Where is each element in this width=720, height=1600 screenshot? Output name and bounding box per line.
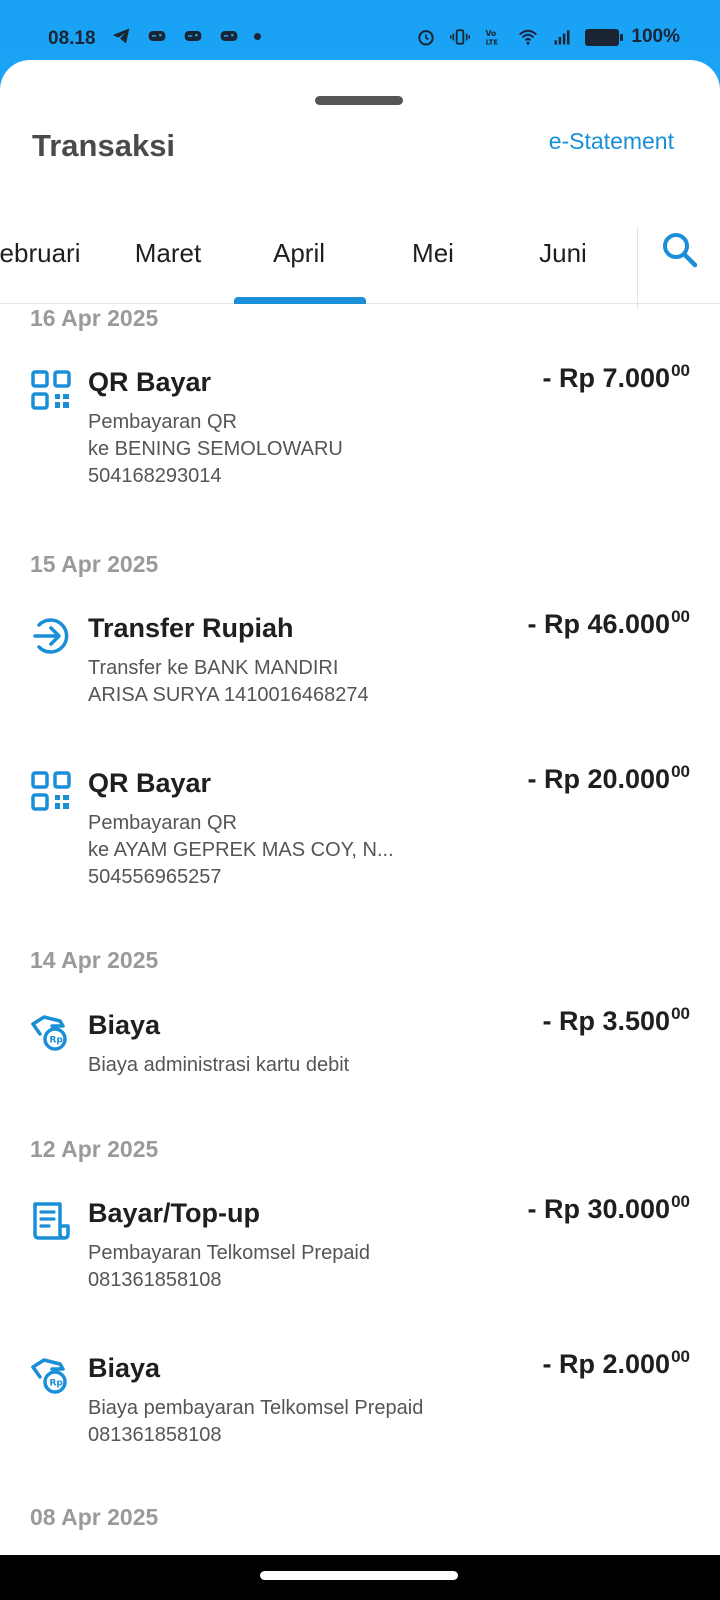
fee-hand-coin-icon: Rp — [31, 1358, 67, 1394]
telegram-icon — [112, 28, 130, 44]
qr-code-icon — [31, 771, 71, 811]
tab-juni[interactable]: Juni — [498, 238, 628, 269]
selected-tab-indicator — [234, 297, 366, 304]
transaction-amount: - Rp 7.00000 — [542, 361, 690, 393]
date-header: 12 Apr 2025 — [30, 1136, 159, 1162]
e-statement-link[interactable]: e-Statement — [549, 128, 674, 155]
alarm-icon — [418, 30, 435, 46]
game-controller-icon — [184, 31, 202, 41]
transaction-description: Pembayaran QR ke BENING SEMOLOWARU 50416… — [88, 411, 343, 487]
status-left-icons — [110, 26, 261, 46]
transaction-amount: - Rp 3.50000 — [542, 1004, 690, 1036]
amount-cents: 00 — [671, 1347, 690, 1366]
drag-handle[interactable] — [315, 96, 403, 105]
transaction-title: Transfer Rupiah — [88, 613, 294, 643]
transaction-title: Biaya — [88, 1353, 161, 1383]
transaction-title: QR Bayar — [88, 367, 212, 397]
transaction-amount: - Rp 46.00000 — [527, 607, 691, 639]
amount-cents: 00 — [671, 1192, 690, 1211]
transaction-description: Pembayaran Telkomsel Prepaid 08136185810… — [88, 1242, 371, 1291]
date-header: 16 Apr 2025 — [30, 305, 159, 331]
transaction-description: Transfer ke BANK MANDIRI ARISA SURYA 141… — [88, 657, 369, 706]
tab-februari[interactable]: ebruari — [0, 238, 105, 269]
transaction-description: Biaya administrasi kartu debit — [88, 1054, 350, 1076]
transfer-arrow-icon — [33, 618, 69, 654]
transaction-title: Biaya — [88, 1010, 161, 1040]
svg-text:Vo: Vo — [486, 29, 497, 38]
volte-icon: VoLTE — [486, 29, 499, 47]
amount-cents: 00 — [671, 607, 690, 626]
page-title: Transaksi — [32, 128, 176, 163]
date-header: 14 Apr 2025 — [30, 947, 159, 973]
home-gesture-pill[interactable] — [260, 1571, 458, 1580]
tab-maret[interactable]: Maret — [103, 238, 233, 269]
status-time: 08.18 — [48, 28, 96, 49]
tab-april[interactable]: April — [234, 238, 364, 269]
month-tabs: ebruari Maret April Mei Juni — [0, 200, 720, 310]
transactions-sheet: Transaksi e-Statement ebruari Maret Apri… — [0, 60, 720, 1555]
svg-text:Rp: Rp — [50, 1379, 64, 1389]
vibrate-icon — [450, 29, 471, 45]
battery-percent: 100% — [631, 26, 680, 47]
date-header: 08 Apr 2025 — [30, 1504, 159, 1530]
transaction-amount: - Rp 2.00000 — [542, 1347, 690, 1379]
transaction-amount: - Rp 20.00000 — [527, 762, 691, 794]
transaction-description: Biaya pembayaran Telkomsel Prepaid 08136… — [88, 1397, 424, 1446]
wifi-icon — [519, 29, 538, 45]
transaction-description: Pembayaran QR ke AYAM GEPREK MAS COY, N.… — [88, 812, 394, 888]
signal-icon — [554, 30, 570, 45]
status-right-icons: Vo LTE 100% — [415, 26, 680, 48]
amount-cents: 00 — [671, 1004, 690, 1023]
system-navigation-bar — [0, 1555, 720, 1600]
notification-dot-icon — [254, 32, 261, 40]
svg-text:Rp: Rp — [50, 1036, 64, 1046]
fee-hand-coin-icon: Rp — [31, 1015, 67, 1051]
tabs-divider — [637, 226, 638, 310]
qr-code-icon — [31, 370, 71, 410]
amount-cents: 00 — [671, 361, 690, 380]
tab-mei[interactable]: Mei — [368, 238, 498, 269]
game-controller-icon — [220, 31, 238, 41]
amount-cents: 00 — [671, 762, 690, 781]
date-header: 15 Apr 2025 — [30, 551, 159, 577]
battery-icon — [585, 28, 624, 46]
search-icon[interactable] — [660, 230, 700, 270]
svg-text:LTE: LTE — [486, 39, 499, 47]
transaction-amount: - Rp 30.00000 — [527, 1192, 691, 1224]
game-controller-icon — [148, 31, 166, 41]
transaction-title: QR Bayar — [88, 768, 212, 798]
transaction-title: Bayar/Top-up — [88, 1198, 261, 1228]
bill-receipt-icon — [33, 1202, 70, 1240]
